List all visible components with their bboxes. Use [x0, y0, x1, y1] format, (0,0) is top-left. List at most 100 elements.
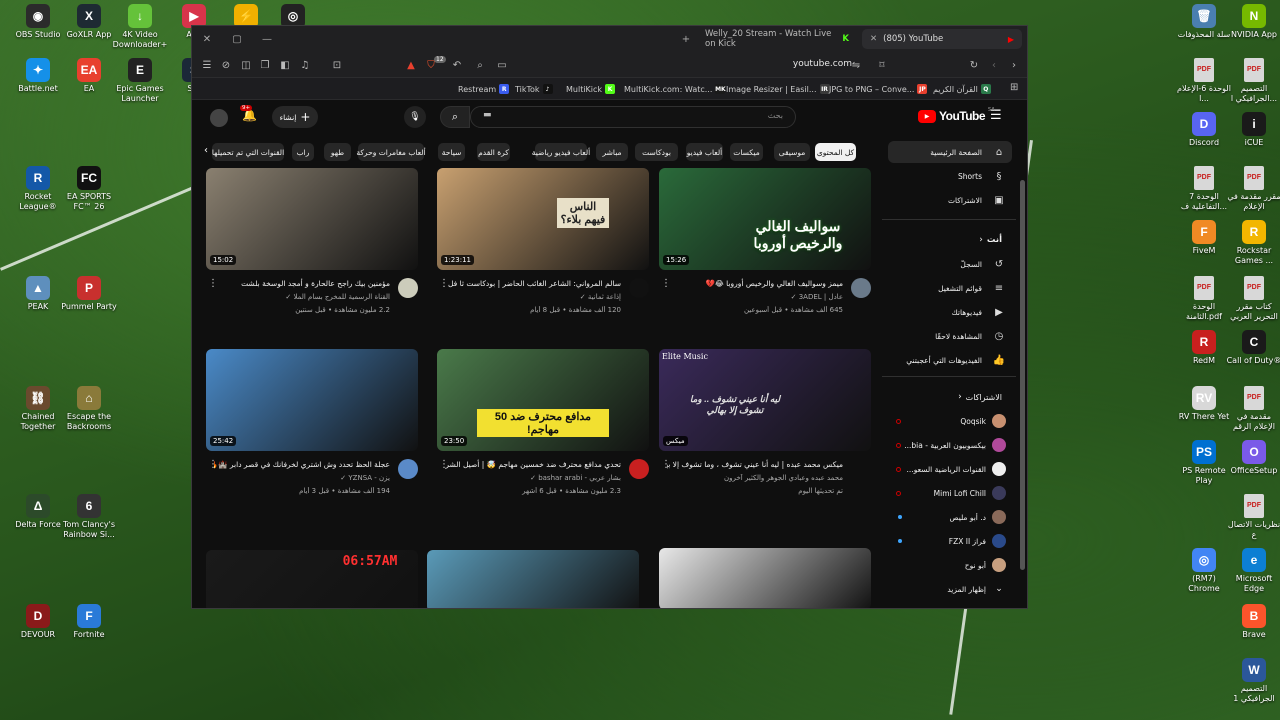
desktop-icon[interactable]: 🗑 سلة المحذوفات [1176, 4, 1232, 40]
bookmark-item[interactable]: Restream R [458, 82, 510, 96]
sidebar-item[interactable]: فيديوهاتك ▶ [888, 301, 1012, 323]
cast-icon[interactable]: ▭ [495, 58, 509, 72]
desktop-icon[interactable]: PDF الوحدة 6-الإعلام ا... [1176, 58, 1232, 104]
bookmark-item[interactable]: JPG to PNG – Conve... JP [829, 82, 928, 96]
video-title[interactable]: ميكس محمد عبده | ليه أنا عيني تشوف ، وما… [667, 459, 843, 470]
desktop-icon[interactable]: N NVIDIA App [1226, 4, 1280, 40]
scrollbar[interactable] [1020, 180, 1025, 570]
account-avatar[interactable] [210, 109, 228, 127]
close-tab-icon[interactable]: ✕ [870, 34, 877, 44]
desktop-icon[interactable]: R Rockstar Games ... [1226, 220, 1280, 266]
sidebar-item[interactable]: الاشتراكات ▣ [888, 189, 1012, 211]
subscription-item[interactable]: أبو نوح [888, 554, 1012, 576]
keyboard-icon[interactable]: ▬ [483, 110, 492, 120]
extensions-grid-icon[interactable]: ⊞ [1010, 82, 1018, 93]
subscription-item[interactable]: القنوات الرياضية السعو... [888, 458, 1012, 480]
desktop-icon[interactable]: F Fortnite [61, 604, 117, 640]
menu-icon[interactable]: ☰ [200, 58, 214, 72]
filter-chip[interactable]: ألعاب مغامرات وحركة [356, 143, 426, 161]
video-title[interactable]: تحدي مدافع محترف ضد خمسين مهاجم 🤯 | أصيل… [445, 459, 621, 470]
back-icon[interactable]: ‹ [987, 58, 1001, 72]
rewards-icon[interactable]: ▲ [404, 58, 418, 72]
sidebar-item[interactable]: المشاهدة لاحقًا ◷ [888, 325, 1012, 347]
sidebar-item[interactable]: الفيديوهات التي أعجبتني 👍 [888, 349, 1012, 371]
channel-name[interactable]: بشار عربي - bashar arabi ✓ [445, 474, 621, 482]
screenshot-icon[interactable]: ⊡ [330, 58, 344, 72]
desktop-icon[interactable]: C Call of Duty® [1226, 330, 1280, 366]
desktop-icon[interactable]: X GoXLR App [61, 4, 117, 40]
desktop-icon[interactable]: ▲ PEAK [10, 276, 66, 312]
more-options-icon[interactable]: ⋮ [661, 459, 671, 470]
bookmark-item[interactable]: MultiKick K [566, 82, 616, 96]
bookmark-item[interactable]: القرآن الكريم Q [933, 82, 991, 96]
search-box[interactable]: بحث ▬ [470, 106, 796, 128]
subscription-item[interactable]: Mimi Lofi Chill [888, 482, 1012, 504]
subscription-item[interactable]: د. أبو مليص [888, 506, 1012, 528]
filter-chip[interactable]: ألعاب فيديو [686, 143, 723, 161]
subscriptions-heading[interactable]: › الاشتراكات [888, 386, 1012, 408]
more-options-icon[interactable]: ⋮ [208, 278, 218, 289]
more-options-icon[interactable]: ⋮ [661, 278, 671, 289]
desktop-icon[interactable]: EA EA [61, 58, 117, 94]
video-card[interactable]: سواليف الغالي والرخيص أوروبا 15:26 ميمز وس… [659, 168, 871, 340]
channel-name[interactable]: عادل | 3ADEL ✓ [667, 293, 843, 301]
filter-chip[interactable]: طهو [324, 143, 351, 161]
desktop-icon[interactable]: PDF نظريات الاتصال ع [1226, 494, 1280, 540]
filter-chip[interactable]: كل المحتوى [815, 143, 856, 161]
music-icon[interactable]: ♫ [298, 58, 312, 72]
filter-chip[interactable]: سياحة [438, 143, 465, 161]
video-thumbnail[interactable]: 25:42 [206, 349, 418, 451]
desktop-icon[interactable]: PDF مقدمة في الإعلام الرقم [1226, 386, 1280, 432]
filter-chip[interactable]: القنوات التي تم تحميلها [212, 143, 284, 161]
channel-name[interactable]: إذاعة ثمانية ✓ [445, 293, 621, 301]
filter-chip[interactable]: مباشر [596, 143, 628, 161]
new-tab-icon[interactable]: + [679, 32, 693, 46]
video-thumbnail[interactable]: مدافع محترف ضد 50 مهاجم! 23:50 [437, 349, 649, 451]
desktop-icon[interactable]: ◉ OBS Studio [10, 4, 66, 40]
video-thumbnail[interactable]: 06:57AM [206, 550, 418, 608]
channel-avatar[interactable] [629, 278, 649, 298]
desktop-icon[interactable]: 6 Tom Clancy's Rainbow Si... [61, 494, 117, 540]
tab-kick[interactable]: Welly_20 Stream - Watch Live on Kick K [697, 29, 857, 49]
desktop-icon[interactable]: PDF التصميم الجرافيكي ا... [1226, 58, 1280, 104]
desktop-icon[interactable]: E Epic Games Launcher [112, 58, 168, 104]
filter-chip[interactable]: بودكاست [635, 143, 678, 161]
video-card[interactable] [659, 548, 871, 608]
minimize-icon[interactable]: — [260, 32, 274, 46]
desktop-icon[interactable]: P Pummel Party [61, 276, 117, 312]
more-options-icon[interactable]: ⋮ [208, 459, 218, 470]
desktop-icon[interactable]: e Microsoft Edge [1226, 548, 1280, 594]
video-thumbnail[interactable]: سواليف الغالي والرخيص أوروبا 15:26 [659, 168, 871, 270]
filter-chip[interactable]: موسيقى [774, 143, 810, 161]
desktop-icon[interactable]: ⌂ Escape the Backrooms [61, 386, 117, 432]
channel-avatar[interactable] [398, 459, 418, 479]
search-button[interactable]: ⌕ [440, 106, 470, 128]
more-options-icon[interactable]: ⋮ [439, 459, 449, 470]
channel-avatar[interactable] [851, 278, 871, 298]
forward-icon[interactable]: › [1007, 58, 1021, 72]
video-card[interactable]: الناس فيهم بلاء؟ 1:23:11 سالم المرواني: ال… [437, 168, 649, 340]
desktop-icon[interactable]: FC EA SPORTS FC™ 26 [61, 166, 117, 212]
desktop-icon[interactable]: ✦ Battle.net [10, 58, 66, 94]
show-more-button[interactable]: إظهار المزيد ⌄ [888, 578, 1012, 600]
subscription-item[interactable]: بيكسوبيون العربية - bia... [888, 434, 1012, 456]
video-thumbnail[interactable]: 15:02 [206, 168, 418, 270]
bookmark-item[interactable]: MultiKick.com: Watc... MK [624, 82, 726, 96]
close-window-icon[interactable]: ✕ [200, 32, 214, 46]
filter-chip[interactable]: راب [292, 143, 314, 161]
desktop-icon[interactable]: PDF كتاب مقرر التحرير العربي [1226, 276, 1280, 322]
reload-icon[interactable]: ↻ [967, 58, 981, 72]
shield-settings-icon[interactable]: ⊘ [219, 58, 233, 72]
desktop-icon[interactable]: R RedM [1176, 330, 1232, 366]
video-title[interactable]: ميمز وسواليف الغالي والرخيص أوروبا 😂💔 [667, 278, 843, 289]
chips-prev-icon[interactable]: ‹ [204, 145, 208, 156]
tabs-icon[interactable]: ❐ [258, 58, 272, 72]
filter-chip[interactable]: كرة القدم [477, 143, 510, 161]
sidebar-icon[interactable]: ◧ [278, 58, 292, 72]
desktop-icon[interactable]: PDF الوحدة الثامنة.pdf [1176, 276, 1232, 322]
channel-avatar[interactable] [629, 459, 649, 479]
desktop-icon[interactable]: ↓ 4K Video Downloader+ [112, 4, 168, 50]
filter-chip[interactable]: ألعاب فيديو رياضية [532, 143, 590, 161]
youtube-logo[interactable]: ▶ YouTube SA [918, 107, 995, 123]
bookmark-item[interactable]: Image Resizer | Easil... IR [726, 82, 830, 96]
